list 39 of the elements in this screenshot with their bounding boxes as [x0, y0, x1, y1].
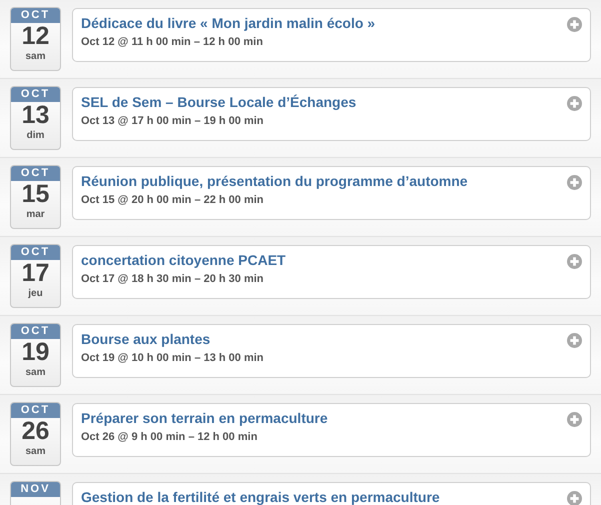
event-title-link[interactable]: SEL de Sem – Bourse Locale d’Échanges — [81, 93, 356, 111]
day-number: 26 — [22, 418, 50, 445]
weekday-label: dim — [26, 129, 44, 142]
expand-plus-icon[interactable] — [567, 17, 582, 32]
month-label: OCT — [11, 245, 60, 260]
month-label: OCT — [11, 8, 60, 23]
expand-plus-icon[interactable] — [567, 96, 582, 111]
day-number: 19 — [22, 339, 50, 366]
month-label: OCT — [11, 87, 60, 102]
event-title-link[interactable]: Réunion publique, présentation du programme d’automne — [81, 172, 468, 190]
event-title-link[interactable]: Bourse aux plantes — [81, 330, 210, 348]
event-title-link[interactable]: Gestion de la fertilité et engrais verts en permaculture — [81, 488, 440, 505]
day-number: 13 — [22, 102, 50, 129]
month-label: NOV — [11, 482, 60, 497]
day-number: 17 — [22, 260, 50, 287]
weekday-label: sam — [25, 50, 46, 63]
expand-plus-icon[interactable] — [567, 254, 582, 269]
expand-plus-icon[interactable] — [567, 333, 582, 348]
month-label: OCT — [11, 324, 60, 339]
event-time: Oct 13 @ 17 h 00 min – 19 h 00 min — [81, 114, 265, 128]
weekday-label: mar — [26, 208, 45, 221]
month-label: OCT — [11, 403, 60, 418]
event-time: Oct 19 @ 10 h 00 min – 13 h 00 min — [81, 351, 265, 365]
weekday-label: sam — [25, 366, 46, 379]
day-number: 12 — [22, 23, 50, 50]
expand-plus-icon[interactable] — [567, 412, 582, 427]
event-time: Oct 26 @ 9 h 00 min – 12 h 00 min — [81, 430, 258, 444]
expand-plus-icon[interactable] — [567, 175, 582, 190]
event-time: Oct 17 @ 18 h 30 min – 20 h 30 min — [81, 272, 265, 286]
event-title-link[interactable]: concertation citoyenne PCAET — [81, 251, 286, 269]
day-number: 15 — [22, 181, 50, 208]
event-title-link[interactable]: Dédicace du livre « Mon jardin malin écolo » — [81, 14, 376, 32]
weekday-label: jeu — [28, 287, 43, 300]
month-label: OCT — [11, 166, 60, 181]
event-time: Oct 12 @ 11 h 00 min – 12 h 00 min — [81, 35, 264, 49]
weekday-label: sam — [25, 445, 46, 458]
event-title-link[interactable]: Préparer son terrain en permaculture — [81, 409, 328, 427]
expand-plus-icon[interactable] — [567, 491, 582, 505]
event-time: Oct 15 @ 20 h 00 min – 22 h 00 min — [81, 193, 265, 207]
